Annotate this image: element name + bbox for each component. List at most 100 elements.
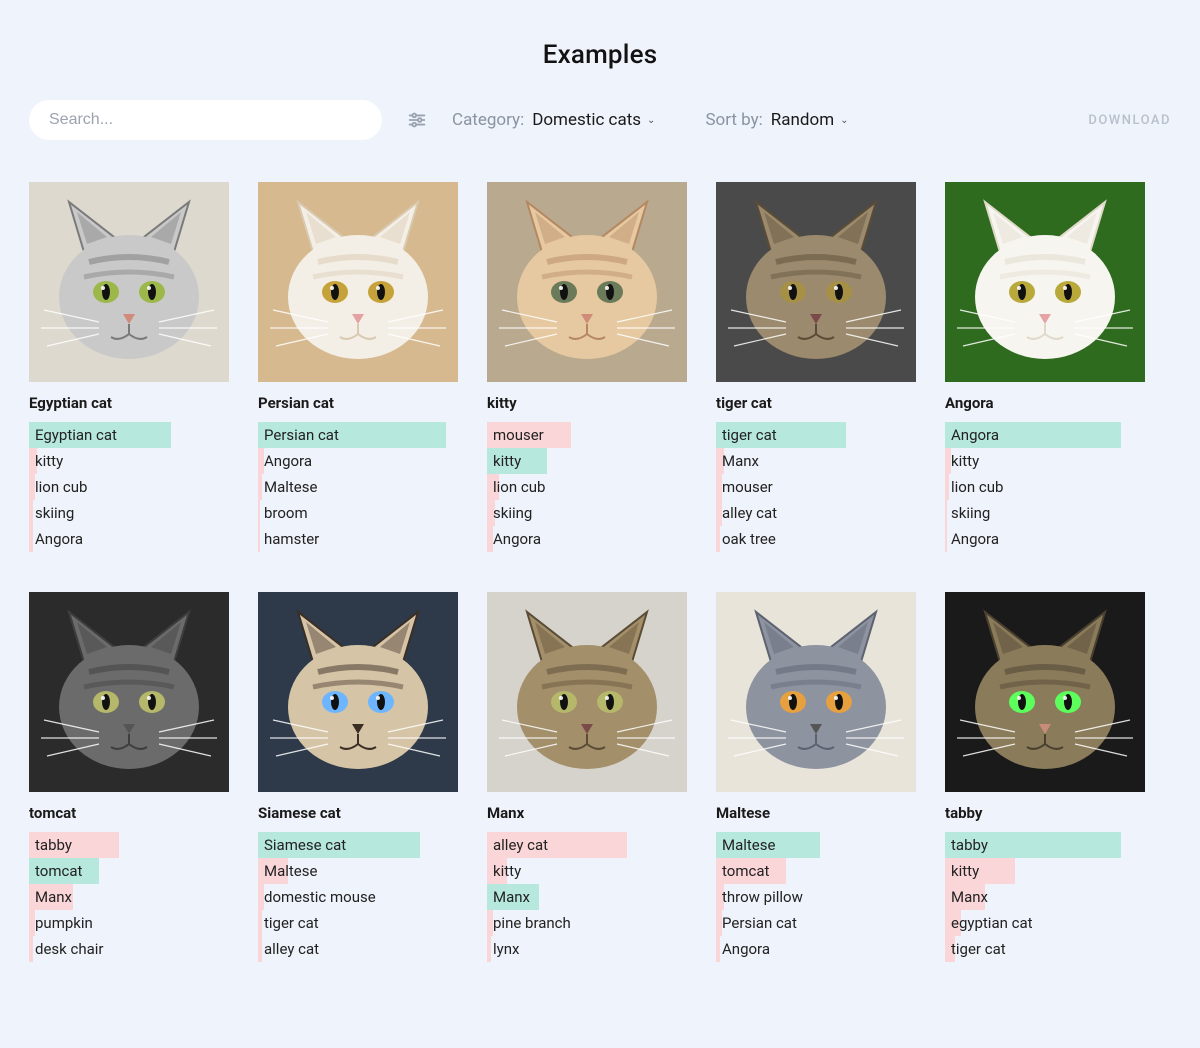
prediction-row: egyptian cat bbox=[945, 910, 1145, 936]
prediction-label: tomcat bbox=[35, 862, 82, 880]
search-input[interactable] bbox=[29, 100, 382, 140]
prediction-label: Angora bbox=[35, 530, 83, 548]
predictions-list: Egyptian catkittylion cubskiingAngora bbox=[29, 422, 229, 552]
prediction-label: oak tree bbox=[722, 530, 776, 548]
prediction-row: lynx bbox=[487, 936, 687, 962]
prediction-label: Manx bbox=[722, 452, 759, 470]
example-thumbnail[interactable] bbox=[29, 182, 229, 382]
prediction-label: alley cat bbox=[264, 940, 319, 958]
predictions-list: Angorakittylion cubskiingAngora bbox=[945, 422, 1145, 552]
example-card: tiger cat tiger cat Manx mouseralley cat oak… bbox=[716, 182, 916, 552]
prediction-label: pumpkin bbox=[35, 914, 93, 932]
category-select[interactable]: Domestic cats ⌄ bbox=[532, 110, 655, 130]
prediction-bar bbox=[945, 500, 947, 526]
prediction-label: tiger cat bbox=[951, 940, 1006, 958]
prediction-row: lion cub bbox=[487, 474, 687, 500]
prediction-label: Persian cat bbox=[722, 914, 797, 932]
prediction-label: alley cat bbox=[493, 836, 548, 854]
sort-value: Random bbox=[771, 110, 834, 130]
prediction-label: Manx bbox=[951, 888, 988, 906]
prediction-row: Persian cat bbox=[258, 422, 458, 448]
example-card: tabbytabby kitty Manx egyptian cat tiger cat bbox=[945, 592, 1145, 962]
download-button[interactable]: DOWNLOAD bbox=[1088, 113, 1171, 128]
predictions-list: tabby kitty Manx egyptian cat tiger cat bbox=[945, 832, 1145, 962]
prediction-bar bbox=[258, 936, 262, 962]
example-thumbnail[interactable] bbox=[716, 592, 916, 792]
prediction-row: tiger cat bbox=[716, 422, 916, 448]
example-thumbnail[interactable] bbox=[945, 592, 1145, 792]
prediction-label: lion cub bbox=[493, 478, 545, 496]
prediction-label: Angora bbox=[951, 530, 999, 548]
prediction-row: Manx bbox=[945, 884, 1145, 910]
sort-label: Sort by: bbox=[705, 110, 762, 130]
prediction-bar bbox=[716, 936, 720, 962]
prediction-label: Angora bbox=[264, 452, 312, 470]
example-thumbnail[interactable] bbox=[258, 182, 458, 382]
prediction-label: kitty bbox=[493, 452, 521, 470]
prediction-label: kitty bbox=[951, 862, 979, 880]
prediction-row: lion cub bbox=[29, 474, 229, 500]
prediction-row: Persian cat bbox=[716, 910, 916, 936]
prediction-label: tiger cat bbox=[264, 914, 319, 932]
prediction-label: lynx bbox=[493, 940, 519, 958]
prediction-bar bbox=[258, 474, 262, 500]
prediction-label: Manx bbox=[35, 888, 72, 906]
example-thumbnail[interactable] bbox=[29, 592, 229, 792]
prediction-bar bbox=[945, 474, 949, 500]
predictions-list: Persian cat Angora Maltese broom hamster bbox=[258, 422, 458, 552]
prediction-label: tabby bbox=[951, 836, 988, 854]
prediction-label: domestic mouse bbox=[264, 888, 376, 906]
prediction-bar bbox=[29, 526, 33, 552]
prediction-row: domestic mouse bbox=[258, 884, 458, 910]
prediction-row: Egyptian cat bbox=[29, 422, 229, 448]
prediction-row: kitty bbox=[487, 858, 687, 884]
prediction-row: alley cat bbox=[716, 500, 916, 526]
example-thumbnail[interactable] bbox=[716, 182, 916, 382]
example-card: Maltese Maltesetomcatthrow pillowPersian … bbox=[716, 592, 916, 962]
example-title: Maltese bbox=[716, 804, 916, 822]
prediction-label: tiger cat bbox=[722, 426, 777, 444]
example-title: kitty bbox=[487, 394, 687, 412]
example-title: Siamese cat bbox=[258, 804, 458, 822]
example-thumbnail[interactable] bbox=[945, 182, 1145, 382]
prediction-row: Maltese bbox=[258, 474, 458, 500]
prediction-label: Persian cat bbox=[264, 426, 339, 444]
prediction-label: broom bbox=[264, 504, 308, 522]
prediction-bar bbox=[716, 526, 720, 552]
chevron-down-icon: ⌄ bbox=[840, 115, 848, 126]
prediction-bar bbox=[258, 500, 260, 526]
sort-select[interactable]: Random ⌄ bbox=[771, 110, 849, 130]
page-title: Examples bbox=[29, 40, 1171, 70]
prediction-row: tomcat bbox=[716, 858, 916, 884]
prediction-label: kitty bbox=[35, 452, 63, 470]
prediction-row: mouser bbox=[716, 474, 916, 500]
example-card: kittymouserkittylion cubskiingAngora bbox=[487, 182, 687, 552]
example-card: AngoraAngorakittylion cubskiingAngora bbox=[945, 182, 1145, 552]
predictions-list: Maltesetomcatthrow pillowPersian catAngo… bbox=[716, 832, 916, 962]
example-thumbnail[interactable] bbox=[258, 592, 458, 792]
predictions-list: alley catkittyManxpine branchlynx bbox=[487, 832, 687, 962]
prediction-label: lion cub bbox=[35, 478, 87, 496]
prediction-row: pumpkin bbox=[29, 910, 229, 936]
prediction-row: mouser bbox=[487, 422, 687, 448]
prediction-row: lion cub bbox=[945, 474, 1145, 500]
prediction-row: Maltese bbox=[258, 858, 458, 884]
prediction-label: Maltese bbox=[264, 478, 317, 496]
prediction-row: kitty bbox=[945, 858, 1145, 884]
prediction-row: Angora bbox=[945, 422, 1145, 448]
filter-icon[interactable] bbox=[406, 109, 428, 131]
prediction-label: pine branch bbox=[493, 914, 571, 932]
example-title: tiger cat bbox=[716, 394, 916, 412]
example-thumbnail[interactable] bbox=[487, 592, 687, 792]
example-thumbnail[interactable] bbox=[487, 182, 687, 382]
example-card: Egyptian catEgyptian catkittylion cubski… bbox=[29, 182, 229, 552]
predictions-list: tabbytomcatManxpumpkindesk chair bbox=[29, 832, 229, 962]
prediction-label: egyptian cat bbox=[951, 914, 1033, 932]
prediction-row: Angora bbox=[487, 526, 687, 552]
prediction-label: hamster bbox=[264, 530, 319, 548]
prediction-row: Siamese cat bbox=[258, 832, 458, 858]
example-title: Angora bbox=[945, 394, 1145, 412]
prediction-row: desk chair bbox=[29, 936, 229, 962]
prediction-label: Angora bbox=[951, 426, 999, 444]
prediction-bar bbox=[29, 500, 33, 526]
